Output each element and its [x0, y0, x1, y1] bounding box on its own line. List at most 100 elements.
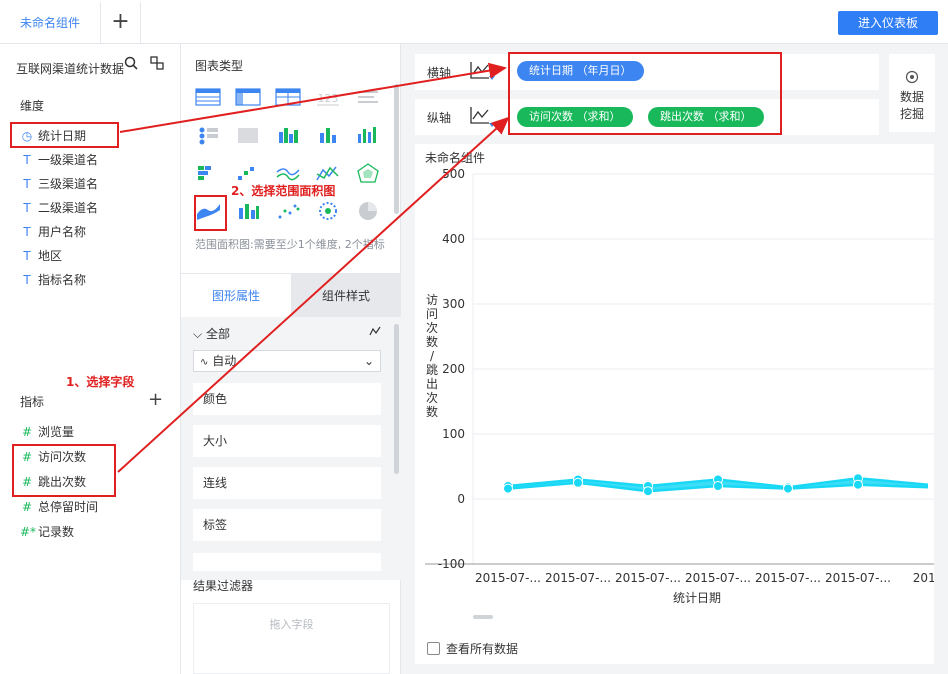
all-label: 全部 [205, 327, 230, 341]
text-type-icon: T [23, 177, 31, 191]
add-measure-button[interactable]: + [148, 389, 163, 410]
data-point[interactable] [713, 481, 723, 491]
svg-text:123: 123 [318, 92, 339, 105]
data-point[interactable] [503, 483, 513, 494]
auto-select-value: 自动 [212, 354, 237, 368]
tab-graph-properties[interactable]: 图形属性 [181, 274, 291, 318]
number-type-icon: # [21, 425, 33, 439]
data-point[interactable] [783, 483, 793, 494]
data-point[interactable] [853, 479, 863, 490]
annotation-step1: 1、选择字段 [66, 375, 135, 389]
x-tick-label: 2015-07-... [615, 571, 681, 585]
chart-type-hint: 范围面积图:需要至少1个维度, 2个指标 [195, 238, 385, 251]
tab-unnamed-component[interactable]: 未命名组件 [0, 2, 101, 44]
tab-component-style[interactable]: 组件样式 [291, 274, 401, 318]
measure-field-label: 总停留时间 [38, 500, 99, 514]
dimension-field[interactable]: T 三级渠道名 [20, 174, 98, 194]
data-mining-button[interactable]: 数据挖掘 [889, 54, 935, 132]
dimension-field[interactable]: T 一级渠道名 [20, 150, 98, 170]
measure-field-label: 浏览量 [38, 425, 75, 439]
data-point[interactable] [643, 486, 653, 497]
detail-table-icon[interactable] [274, 86, 304, 116]
range-area-chart: 500 400 300 200 100 0 -100 2015-07-... 2015-07-… [425, 167, 934, 619]
property-more[interactable] [193, 553, 381, 571]
grouped-bar-icon[interactable] [274, 124, 304, 154]
y-tick-label: 500 [442, 167, 465, 181]
x-axis-title: 统计日期 [673, 591, 721, 605]
property-3[interactable]: 标签 [193, 509, 381, 541]
chevron-down-icon: ⌵ [193, 327, 203, 341]
table-icon[interactable] [194, 86, 224, 116]
annotation-box-date-field [10, 122, 119, 148]
annotation-step2: 2、选择范围面积图 [231, 184, 336, 198]
stacked-bar-icon[interactable] [194, 162, 224, 192]
multi-bar-icon[interactable] [354, 124, 384, 154]
x-tick-label: 2015-07-... [475, 571, 541, 585]
see-all-data-checkbox[interactable]: 查看所有数据 [427, 640, 518, 657]
number-type-icon: #* [20, 525, 37, 539]
kpi-number-icon[interactable]: 123 [314, 86, 344, 116]
y-axis-label: 纵轴 [427, 111, 452, 125]
cross-table-icon[interactable] [234, 86, 264, 116]
x-axis-chart-icon[interactable] [469, 60, 495, 82]
add-tab-button[interactable]: + [101, 2, 141, 44]
horizontal-scrollbar[interactable] [473, 615, 493, 619]
dimension-field-label: 地区 [38, 249, 63, 263]
y-tick-label: 300 [442, 297, 465, 311]
dimension-field-label: 二级渠道名 [38, 201, 99, 215]
property-0[interactable]: 颜色 [193, 383, 381, 415]
x-tick-label: 2015-07-... [825, 571, 891, 585]
combo-bar-icon[interactable] [234, 200, 264, 230]
y-axis-chart-icon[interactable] [469, 105, 495, 127]
switch-dataset-icon[interactable] [150, 56, 164, 70]
property-1[interactable]: 大小 [193, 425, 381, 457]
y-tick-label: -100 [438, 557, 465, 571]
pie-chart-icon[interactable] [354, 200, 384, 230]
text-widget-icon[interactable] [354, 86, 384, 116]
chart-edit-panel: 横轴 统计日期 （年月日） 纵轴 访问次数 （求和） 跳出次数 （求和） 数据挖… [401, 44, 948, 674]
filter-drop-zone[interactable]: 拖入字段 [193, 603, 390, 674]
property-scrollbar[interactable] [394, 324, 399, 474]
dimension-field-label: 三级渠道名 [38, 177, 99, 191]
number-type-icon: # [21, 500, 33, 514]
dimension-field[interactable]: T 地区 [20, 246, 62, 266]
property-2[interactable]: 连线 [193, 467, 381, 499]
measure-field[interactable]: #* 记录数 [20, 522, 74, 542]
x-tick-label: 2015-07-... [545, 571, 611, 585]
line-shape-icon: ∿ [200, 357, 209, 368]
dimension-field[interactable]: T 二级渠道名 [20, 198, 98, 218]
annotation-box-axis-pills [508, 52, 782, 135]
annotation-box-range-area-chart [194, 195, 227, 231]
dimension-field[interactable]: T 指标名称 [20, 270, 86, 290]
y-tick-label: 200 [442, 362, 465, 376]
shape-auto-select[interactable]: ∿ 自动 ⌄ [193, 350, 381, 372]
annotation-box-measure-fields [12, 444, 116, 497]
chart-type-title: 图表类型 [195, 59, 244, 73]
search-icon[interactable] [124, 56, 138, 74]
all-properties-row[interactable]: ⌵ 全部 [193, 325, 230, 342]
measure-field[interactable]: # 总停留时间 [20, 497, 98, 517]
measure-field[interactable]: # 浏览量 [20, 422, 74, 442]
x-tick-label: 2015 [913, 571, 934, 585]
dot-matrix-icon[interactable] [194, 124, 224, 154]
checkbox[interactable] [427, 642, 440, 655]
line-chart-icon[interactable] [369, 325, 381, 340]
bar-chart-icon[interactable] [314, 124, 344, 154]
data-point[interactable] [573, 477, 583, 488]
measure-section-label: 指标 [20, 395, 45, 409]
text-type-icon: T [23, 153, 31, 167]
text-type-icon: T [23, 201, 31, 215]
radar-chart-icon[interactable] [354, 162, 384, 192]
heatmap-icon[interactable] [234, 124, 264, 154]
x-tick-label: 2015-07-... [755, 571, 821, 585]
dimension-field[interactable]: T 用户名称 [20, 222, 86, 242]
property-tabs: 图形属性 组件样式 [181, 273, 401, 318]
y-tick-label: 100 [442, 427, 465, 441]
text-type-icon: T [23, 273, 31, 287]
scatter-chart-icon[interactable] [274, 200, 304, 230]
chart-type-scrollbar[interactable] [394, 84, 399, 214]
data-mining-label: 数据挖掘 [899, 90, 924, 121]
bubble-chart-icon[interactable] [314, 200, 344, 230]
enter-dashboard-button[interactable]: 进入仪表板 [838, 11, 938, 35]
dimension-field-label: 一级渠道名 [38, 153, 99, 167]
